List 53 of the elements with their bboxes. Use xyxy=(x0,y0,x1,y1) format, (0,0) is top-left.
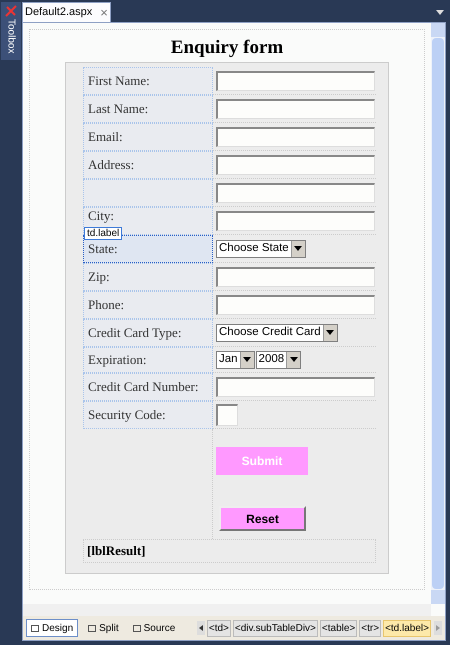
vertical-scrollbar[interactable] xyxy=(431,23,445,604)
view-tab[interactable]: Split xyxy=(84,619,123,637)
caret-icon xyxy=(322,324,337,340)
input-field[interactable] xyxy=(216,70,375,90)
field-label: State: xyxy=(88,240,118,258)
view-tab[interactable]: Source xyxy=(128,619,180,637)
scroll-right-icon[interactable] xyxy=(434,621,442,635)
element-crumb[interactable]: <tr> xyxy=(359,620,382,636)
input-field[interactable] xyxy=(216,376,375,396)
form-title: Enquiry form xyxy=(170,36,284,60)
dropdown[interactable]: 2008 xyxy=(256,350,302,368)
scroll-left-icon[interactable] xyxy=(196,621,205,635)
field-label: Credit Card Number: xyxy=(88,378,198,396)
element-crumb[interactable]: <td.label> xyxy=(383,620,431,636)
element-crumb[interactable]: <div.subTableDiv> xyxy=(232,620,318,636)
element-crumb[interactable]: <table> xyxy=(320,620,358,636)
field-label: Expiration: xyxy=(88,351,146,370)
input-field[interactable] xyxy=(216,404,238,426)
toolbox-tab[interactable]: Toolbox xyxy=(1,2,21,60)
view-icon xyxy=(31,624,39,632)
input-field[interactable] xyxy=(216,98,375,118)
view-tab[interactable]: Design xyxy=(26,619,78,637)
element-tag: td.label xyxy=(84,227,122,240)
field-label: First Name: xyxy=(88,72,150,90)
caret-icon xyxy=(240,352,254,368)
field-label: Credit Card Type: xyxy=(88,324,182,342)
field-label: Zip: xyxy=(88,268,110,286)
dropdown[interactable]: Choose State xyxy=(216,240,306,258)
close-icon[interactable]: × xyxy=(100,2,108,22)
field-label: Last Name: xyxy=(88,100,148,118)
view-icon xyxy=(132,624,141,632)
reset-button[interactable]: Reset xyxy=(219,506,306,531)
view-icon xyxy=(88,624,96,632)
input-field[interactable] xyxy=(216,210,375,230)
dropdown-arrow-icon[interactable] xyxy=(436,10,444,15)
document-tab[interactable]: Default2.aspx × xyxy=(22,2,111,22)
dropdown[interactable]: Jan xyxy=(216,350,255,368)
input-field[interactable] xyxy=(216,154,375,174)
horizontal-scrollbar[interactable] xyxy=(23,604,431,616)
input-field[interactable] xyxy=(216,294,375,314)
field-label: Phone: xyxy=(88,296,124,314)
input-field[interactable] xyxy=(216,182,375,202)
input-field[interactable] xyxy=(216,266,375,286)
element-crumb[interactable]: <td> xyxy=(206,620,231,636)
field-label: City: xyxy=(88,207,114,226)
caret-icon xyxy=(286,352,300,368)
result-label: [lblResult] xyxy=(87,542,146,560)
field-label: Email: xyxy=(88,128,123,146)
field-label: Security Code: xyxy=(88,406,166,424)
dropdown[interactable]: Choose Credit Card xyxy=(216,324,338,342)
input-field[interactable] xyxy=(216,126,375,146)
caret-icon xyxy=(290,240,305,256)
field-label: Address: xyxy=(88,156,134,174)
